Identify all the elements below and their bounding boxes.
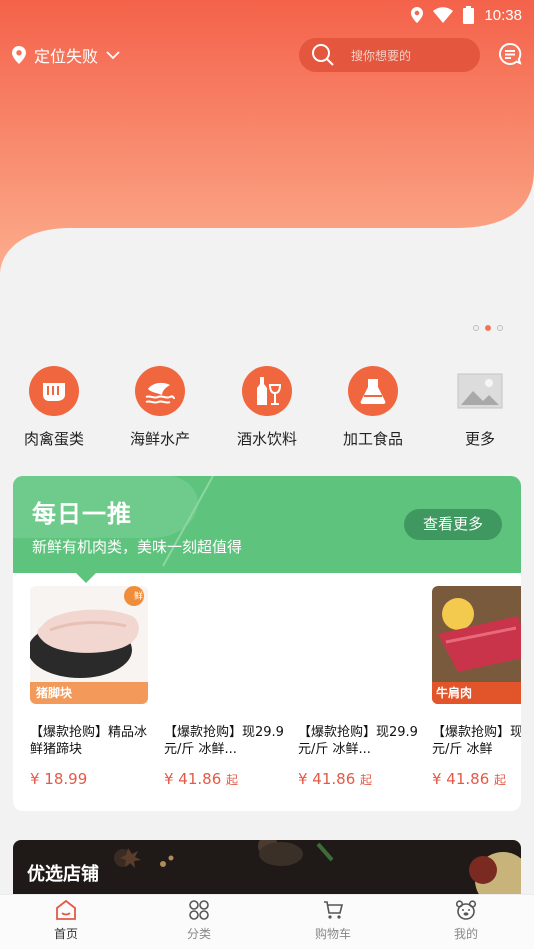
tab-profile[interactable]: 我的 (426, 899, 506, 942)
location-label: 定位失败 (34, 47, 99, 66)
category-icon (189, 900, 209, 920)
price-value: ¥ 41.86 (164, 770, 222, 788)
top-bar: 定位失败 搜你想要的 (12, 38, 522, 72)
status-bar: 10:38 (411, 5, 522, 25)
tab-cart[interactable]: 购物车 (293, 899, 373, 942)
processed-food-icon (348, 366, 398, 416)
meat-icon (29, 366, 79, 416)
product-card[interactable]: 【爆款抢购】现29.9元/斤 冰鲜... ¥ 41.86 起 (298, 586, 426, 788)
carousel-indicator (473, 325, 503, 331)
tab-label: 分类 (186, 927, 211, 941)
product-image: 牛肩肉 (432, 586, 521, 704)
product-image (164, 586, 282, 704)
product-price: ¥ 41.86 起 (298, 770, 426, 788)
product-image (298, 586, 416, 704)
price-value: ¥ 41.86 (298, 770, 356, 788)
wifi-icon (433, 7, 454, 23)
product-card[interactable]: 猪脚块 鲜 【爆款抢购】精品冰鲜猪蹄块 ¥ 18.99 (30, 586, 158, 788)
bottom-tab-bar: 首页 分类 购物车 我的 (0, 894, 534, 949)
tab-label: 购物车 (314, 927, 351, 941)
daily-recommend-card: 每日一推 新鲜有机肉类，美味一刻超值得 查看更多 猪脚块 鲜 【爆款抢购】精品冰… (13, 476, 521, 811)
category-meat[interactable]: 肉禽蛋类 (9, 362, 99, 449)
category-drinks[interactable]: 酒水饮料 (222, 362, 312, 449)
product-name: 【爆款抢购】现29.9元/斤 冰鲜... (164, 725, 284, 757)
fresh-badge: 鲜 (133, 592, 143, 602)
tab-category[interactable]: 分类 (159, 899, 239, 942)
location-status-icon (411, 7, 424, 23)
drinks-icon (242, 366, 292, 416)
tab-label: 我的 (453, 927, 478, 941)
product-card[interactable]: 牛肩肉 【爆款抢购】现29.9元/斤 冰鲜 ¥ 41.86 起 (432, 586, 521, 788)
location-selector[interactable]: 定位失败 (12, 43, 120, 67)
category-seafood[interactable]: 海鲜水产 (115, 362, 205, 449)
product-price: ¥ 41.86 起 (432, 770, 521, 788)
seafood-icon (135, 366, 185, 416)
product-image: 猪脚块 鲜 (30, 586, 148, 704)
search-icon (312, 44, 334, 66)
product-image-tag: 牛肩肉 (436, 686, 473, 700)
daily-subtitle: 新鲜有机肉类，美味一刻超值得 (32, 538, 243, 556)
search-placeholder: 搜你想要的 (351, 48, 412, 63)
carousel-dot[interactable] (497, 325, 503, 331)
view-more-button[interactable]: 查看更多 (404, 509, 502, 540)
chevron-down-icon (106, 51, 120, 60)
product-card[interactable]: 【爆款抢购】现29.9元/斤 冰鲜... ¥ 41.86 起 (164, 586, 292, 788)
tab-home[interactable]: 首页 (26, 899, 106, 942)
image-placeholder-icon (455, 366, 505, 416)
product-image-tag: 猪脚块 (36, 686, 73, 700)
home-icon (56, 899, 76, 920)
category-label: 海鲜水产 (129, 430, 190, 448)
category-label: 加工食品 (342, 430, 403, 448)
price-suffix: 起 (360, 773, 373, 787)
price-suffix: 起 (226, 773, 239, 787)
category-processed-food[interactable]: 加工食品 (328, 362, 418, 449)
category-label: 肉禽蛋类 (23, 430, 84, 448)
product-price: ¥ 18.99 (30, 770, 158, 788)
product-name: 【爆款抢购】现29.9元/斤 冰鲜 (432, 725, 521, 757)
product-price: ¥ 41.86 起 (164, 770, 292, 788)
clock: 10:38 (484, 6, 522, 24)
price-value: ¥ 41.86 (432, 770, 490, 788)
price-value: ¥ 18.99 (30, 770, 88, 788)
daily-header: 每日一推 新鲜有机肉类，美味一刻超值得 查看更多 (13, 476, 521, 573)
location-pin-icon (12, 46, 26, 64)
daily-title: 每日一推 (32, 500, 132, 528)
tab-label: 首页 (53, 927, 78, 941)
shop-banner-title: 优选店铺 (27, 864, 99, 885)
carousel-dot-active[interactable] (485, 325, 491, 331)
search-input[interactable]: 搜你想要的 (299, 38, 480, 72)
product-name: 【爆款抢购】现29.9元/斤 冰鲜... (298, 725, 418, 757)
featured-shop-banner[interactable]: 优选店铺 (13, 840, 521, 900)
battery-icon (463, 6, 475, 24)
carousel-dot[interactable] (473, 325, 479, 331)
price-suffix: 起 (494, 773, 507, 787)
message-icon[interactable] (498, 42, 522, 66)
category-label: 更多 (464, 430, 495, 448)
header-pointer (76, 573, 96, 583)
category-label: 酒水饮料 (236, 430, 297, 448)
category-grid: 肉禽蛋类 海鲜水产 酒水饮料 加工食品 更多 (0, 362, 534, 452)
product-name: 【爆款抢购】精品冰鲜猪蹄块 (30, 725, 148, 757)
category-more[interactable]: 更多 (435, 362, 525, 449)
cart-icon (324, 901, 344, 919)
profile-icon (455, 900, 477, 920)
